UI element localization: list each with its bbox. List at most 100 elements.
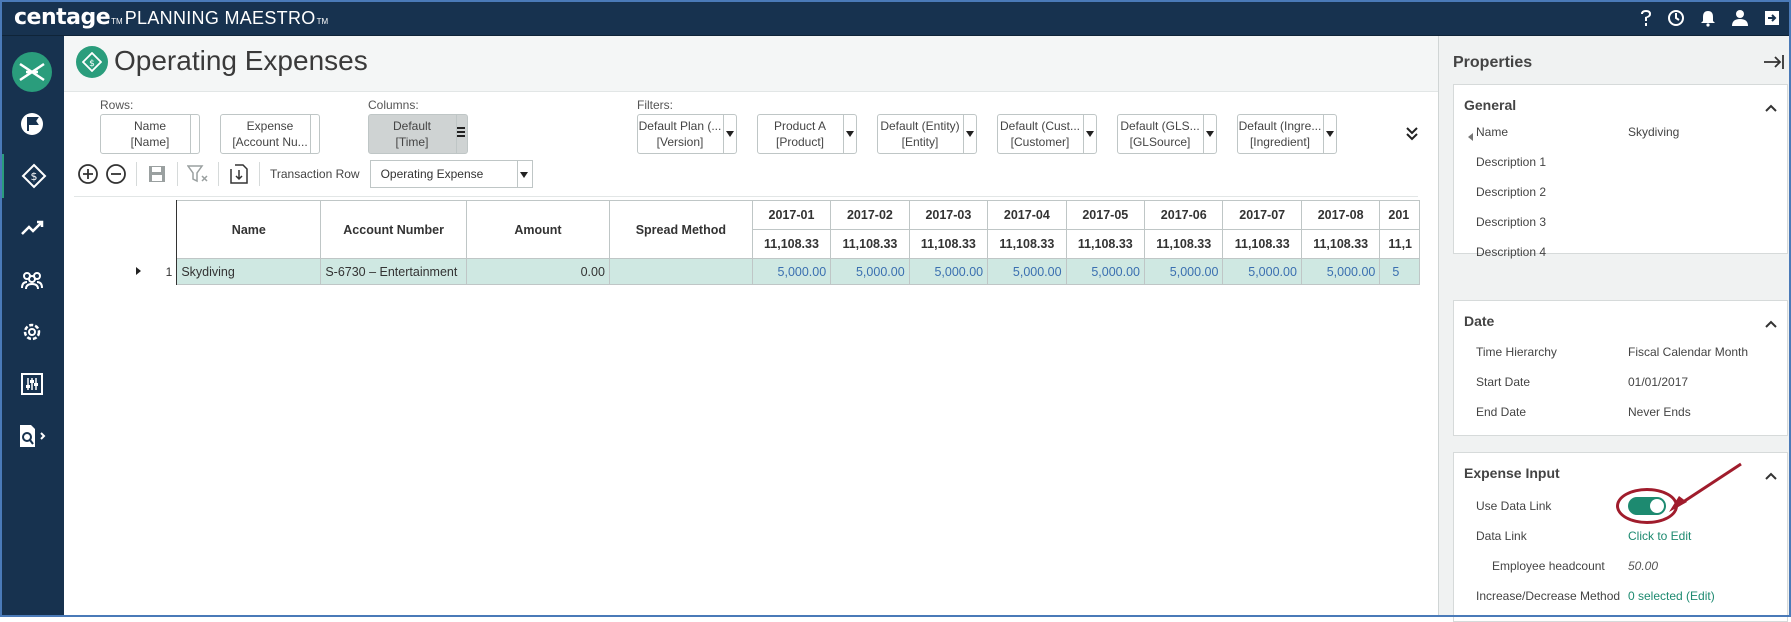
save-button[interactable] [143, 160, 171, 188]
month-total: 11,108.33 [987, 229, 1067, 259]
properties-panel: Properties General Name Skydiving Descri… [1438, 36, 1791, 622]
chevron-up-icon[interactable] [1765, 467, 1777, 485]
cell-month-value[interactable]: 5 [1379, 258, 1420, 285]
expand-filters-icon[interactable] [1406, 126, 1418, 147]
notifications-icon[interactable] [1699, 9, 1717, 27]
pill-line2: [GLSource] [1129, 135, 1191, 149]
row-pill-name[interactable]: Name [Name] [100, 114, 200, 154]
method-edit-link[interactable]: 0 selected (Edit) [1628, 589, 1715, 603]
col-header-month[interactable]: 2017-01 [751, 200, 832, 230]
column-pill-time[interactable]: Default [Time] [368, 114, 468, 154]
left-nav: $ [0, 36, 64, 617]
remove-row-button[interactable] [102, 160, 130, 188]
end-date-value[interactable]: Never Ends [1628, 405, 1691, 419]
pill-line1: Expense [246, 119, 294, 133]
filter-pill-entity[interactable]: Default (Entity) [Entity] [877, 114, 977, 154]
prop-name-value[interactable]: Skydiving [1628, 125, 1679, 139]
col-header-month[interactable]: 201 [1379, 200, 1420, 230]
col-header-month[interactable]: 2017-02 [830, 200, 910, 230]
col-header-month[interactable]: 2017-04 [987, 200, 1067, 230]
cell-amount[interactable]: 0.00 [465, 258, 610, 285]
month-total: 11,108.33 [1065, 229, 1146, 259]
nav-reports[interactable] [0, 414, 64, 458]
save-icon [149, 166, 165, 182]
chevron-down-icon[interactable] [1206, 131, 1214, 137]
start-date-value[interactable]: 01/01/2017 [1628, 375, 1688, 389]
prop-label: Description 1 [1476, 155, 1547, 169]
expenses-title-icon: $ [76, 46, 108, 78]
nav-sliders[interactable] [0, 362, 64, 406]
brand-product: PLANNING MAESTRO [124, 8, 316, 28]
export-button[interactable] [225, 160, 253, 188]
chevron-down-icon[interactable] [516, 160, 533, 188]
chevron-down-icon[interactable] [1086, 131, 1094, 137]
chevron-down-icon[interactable] [966, 131, 974, 137]
chevron-up-icon[interactable] [1765, 99, 1777, 117]
cell-month-value[interactable]: 5,000.00 [751, 258, 832, 285]
chevron-down-icon[interactable] [726, 131, 734, 137]
user-icon[interactable] [1731, 9, 1749, 27]
col-header-month[interactable]: 2017-07 [1222, 200, 1302, 230]
pill-line1: Default (GLS... [1120, 119, 1200, 133]
nav-expenses[interactable]: $ [0, 154, 64, 198]
data-link-edit-link[interactable]: Click to Edit [1628, 529, 1691, 543]
date-card: Date Time Hierarchy Fiscal Calendar Mont… [1453, 300, 1788, 436]
menu-icon[interactable] [457, 127, 465, 139]
cell-month-value[interactable]: 5,000.00 [908, 258, 989, 285]
cell-spread[interactable] [608, 258, 753, 285]
chevron-up-icon[interactable] [1765, 315, 1777, 333]
cell-month-value[interactable]: 5,000.00 [1144, 258, 1224, 285]
method-label: Increase/Decrease Method [1476, 589, 1621, 603]
data-grid: Name Account Number Amount Spread Method… [130, 200, 1420, 320]
time-hierarchy-value[interactable]: Fiscal Calendar Month [1628, 345, 1748, 359]
col-header-name[interactable]: Name [176, 200, 322, 259]
filter-pill-version[interactable]: Default Plan (... [Version] [637, 114, 737, 154]
nav-flag[interactable] [0, 102, 64, 146]
expand-row-icon[interactable] [130, 258, 146, 285]
chevron-down-icon[interactable] [846, 131, 854, 137]
help-icon[interactable] [1639, 9, 1653, 27]
cell-month-value[interactable]: 5,000.00 [830, 258, 910, 285]
plus-circle-icon [78, 164, 98, 184]
minus-circle-icon [106, 164, 126, 184]
prop-label: End Date [1476, 405, 1527, 419]
cell-account[interactable]: S-6730 – Entertainment [320, 258, 467, 285]
filter-pill-glsource[interactable]: Default (GLS... [GLSource] [1117, 114, 1217, 154]
col-header-month[interactable]: 2017-05 [1065, 200, 1146, 230]
col-header-month[interactable]: 2017-03 [908, 200, 989, 230]
use-data-link-label: Use Data Link [1476, 499, 1552, 513]
nav-settings[interactable] [0, 310, 64, 354]
col-header-month[interactable]: 2017-08 [1300, 200, 1381, 230]
brand-name: centage [14, 5, 111, 30]
cell-month-value[interactable]: 5,000.00 [1300, 258, 1381, 285]
filter-pill-ingredient[interactable]: Default (Ingre... [Ingredient] [1237, 114, 1337, 154]
nav-trend[interactable] [0, 206, 64, 250]
col-header-amount[interactable]: Amount [465, 200, 610, 259]
cell-name[interactable]: Skydiving [176, 258, 322, 285]
clear-filter-button[interactable] [184, 160, 212, 188]
history-icon[interactable] [1667, 9, 1685, 27]
nav-home[interactable] [0, 50, 64, 94]
col-header-spread[interactable]: Spread Method [608, 200, 753, 259]
filter-pill-customer[interactable]: Default (Cust... [Customer] [997, 114, 1097, 154]
month-total: 11,108.33 [1300, 229, 1381, 259]
col-header-account[interactable]: Account Number [320, 200, 467, 259]
logout-icon[interactable] [1763, 9, 1781, 27]
pill-line2: [Name] [130, 135, 170, 149]
table-row[interactable]: 1 Skydiving S-6730 – Entertainment 0.00 … [130, 258, 1420, 285]
col-header-month[interactable]: 2017-06 [1144, 200, 1224, 230]
general-title: General [1464, 97, 1517, 113]
add-row-button[interactable] [74, 160, 102, 188]
transaction-row-select[interactable]: Operating Expense [369, 160, 533, 188]
nav-people[interactable] [0, 258, 64, 302]
cell-month-value[interactable]: 5,000.00 [1065, 258, 1146, 285]
cell-month-value[interactable]: 5,000.00 [1222, 258, 1302, 285]
filter-pill-product[interactable]: Product A [Product] [757, 114, 857, 154]
collapse-panel-icon[interactable] [1763, 54, 1785, 75]
general-card: General Name Skydiving Description 1 Des… [1453, 84, 1788, 259]
chevron-down-icon[interactable] [1326, 131, 1334, 137]
row-pill-expense[interactable]: Expense [Account Nu... [220, 114, 320, 154]
cell-month-value[interactable]: 5,000.00 [987, 258, 1067, 285]
pill-line1: Default [392, 119, 432, 133]
brand-logo: centage TM PLANNING MAESTRO TM [0, 5, 330, 30]
